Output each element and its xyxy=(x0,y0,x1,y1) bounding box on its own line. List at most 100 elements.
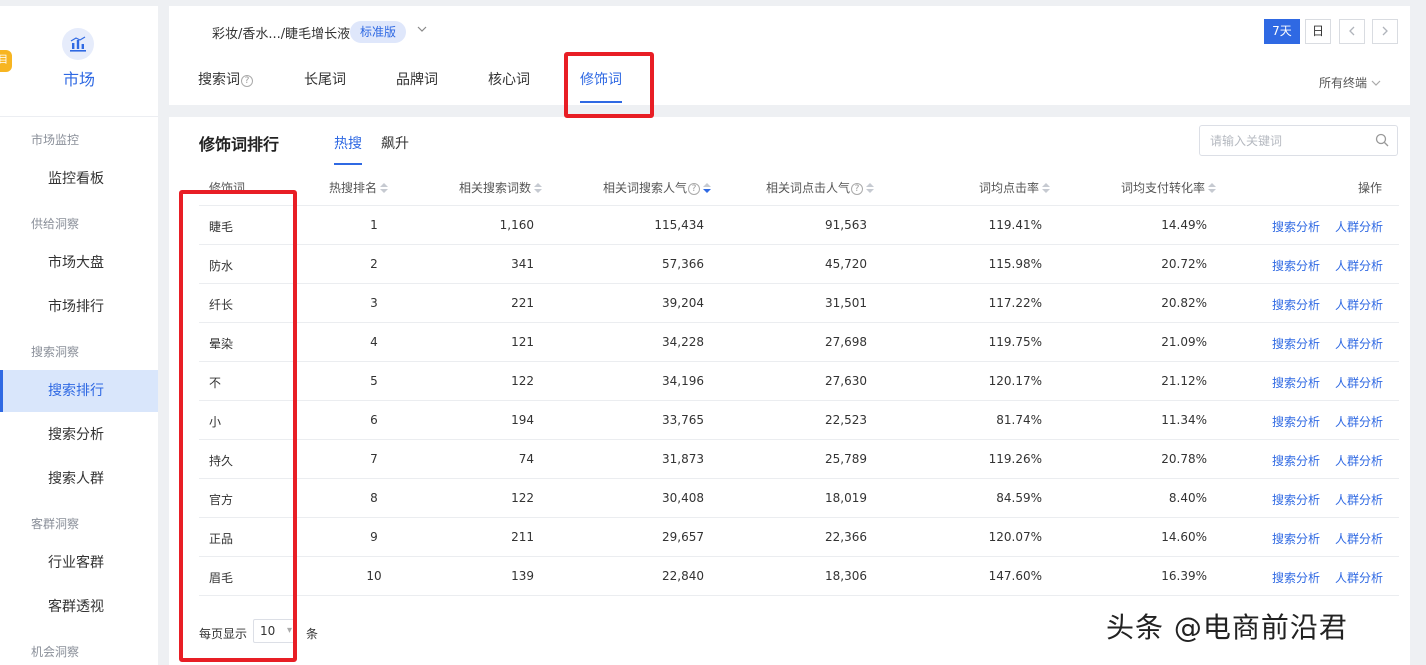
cell-related-count: 194 xyxy=(511,413,534,427)
sort-icon[interactable] xyxy=(1042,182,1051,195)
search-analysis-link[interactable]: 搜索分析 xyxy=(1272,335,1320,352)
search-analysis-link[interactable]: 搜索分析 xyxy=(1272,491,1320,508)
table-row: 正品 9 211 29,657 22,366 120.07% 14.60% 搜索分析 人群分析 xyxy=(199,518,1399,557)
next-period-button[interactable] xyxy=(1372,19,1398,44)
cell-cvr: 8.40% xyxy=(1168,491,1207,505)
cell-cvr: 14.60% xyxy=(1161,530,1207,544)
period-day-button[interactable]: 日 xyxy=(1305,19,1331,44)
sidebar-item-search-analysis[interactable]: 搜索分析 xyxy=(0,414,158,456)
tab-long-tail[interactable]: 长尾词 xyxy=(304,69,346,89)
help-icon[interactable]: ? xyxy=(688,183,701,195)
crowd-analysis-link[interactable]: 人群分析 xyxy=(1335,569,1383,586)
sidebar-group-supply: 供给洞察 xyxy=(31,217,80,231)
cell-hot-rank: 4 xyxy=(370,335,378,349)
col-header-related-count[interactable]: 相关搜索词数 xyxy=(459,179,543,196)
sidebar-item-customer-insight[interactable]: 客群透视 xyxy=(0,586,158,628)
prev-period-button[interactable] xyxy=(1339,19,1365,44)
terminal-select[interactable]: 所有终端 xyxy=(1319,74,1381,91)
cell-search-popularity: 31,873 xyxy=(662,452,704,466)
col-header-label: 相关词点击人气 xyxy=(766,181,851,195)
search-analysis-link[interactable]: 搜索分析 xyxy=(1272,452,1320,469)
cell-search-popularity: 33,765 xyxy=(662,413,704,427)
sub-tab-rising[interactable]: 飙升 xyxy=(381,133,409,153)
module-title: 市场 xyxy=(62,70,95,89)
highlight-box-tab xyxy=(564,52,654,118)
help-icon[interactable]: ? xyxy=(851,183,864,195)
crowd-analysis-link[interactable]: 人群分析 xyxy=(1335,452,1383,469)
cell-ctr: 117.22% xyxy=(988,296,1042,310)
tab-brand[interactable]: 品牌词 xyxy=(396,69,438,89)
sidebar-group-opportunity: 机会洞察 xyxy=(31,645,80,659)
period-7day-button[interactable]: 7天 xyxy=(1264,19,1300,44)
crowd-analysis-link[interactable]: 人群分析 xyxy=(1335,413,1383,430)
cell-ctr: 81.74% xyxy=(996,413,1042,427)
crowd-analysis-link[interactable]: 人群分析 xyxy=(1335,296,1383,313)
col-header-label: 热搜排名 xyxy=(329,181,378,195)
cell-click-popularity: 31,501 xyxy=(825,296,867,310)
cell-cvr: 11.34% xyxy=(1161,413,1207,427)
cell-hot-rank: 5 xyxy=(370,374,378,388)
sidebar-item-industry-customer[interactable]: 行业客群 xyxy=(0,542,158,584)
bar-chart-icon xyxy=(62,28,94,60)
search-analysis-link[interactable]: 搜索分析 xyxy=(1272,218,1320,235)
cell-related-count: 1,160 xyxy=(499,218,534,232)
cell-search-popularity: 22,840 xyxy=(662,569,704,583)
help-icon[interactable]: ? xyxy=(241,75,253,87)
chevron-down-icon[interactable] xyxy=(417,24,427,37)
col-header-cvr[interactable]: 词均支付转化率 xyxy=(1121,179,1217,196)
sort-icon[interactable] xyxy=(380,182,389,195)
sort-icon[interactable] xyxy=(534,182,543,195)
breadcrumb[interactable]: 彩妆/香水.../睫毛增长液 xyxy=(212,23,350,42)
search-icon[interactable] xyxy=(1375,133,1389,151)
crowd-analysis-link[interactable]: 人群分析 xyxy=(1335,335,1383,352)
sort-desc-icon[interactable] xyxy=(703,182,712,195)
table-row: 不 5 122 34,196 27,630 120.17% 21.12% 搜索分析 人群分析 xyxy=(199,362,1399,401)
sidebar-divider xyxy=(0,116,158,117)
cell-hot-rank: 6 xyxy=(370,413,378,427)
cell-search-popularity: 57,366 xyxy=(662,257,704,271)
col-header-search-popularity[interactable]: 相关词搜索人气? xyxy=(603,179,712,196)
sort-icon[interactable] xyxy=(866,182,875,195)
crowd-analysis-link[interactable]: 人群分析 xyxy=(1335,530,1383,547)
cell-hot-rank: 8 xyxy=(370,491,378,505)
table-row: 睫毛 1 1,160 115,434 91,563 119.41% 14.49% 搜索分析 人群… xyxy=(199,206,1399,245)
search-input[interactable] xyxy=(1210,132,1360,150)
crowd-analysis-link[interactable]: 人群分析 xyxy=(1335,491,1383,508)
crowd-analysis-link[interactable]: 人群分析 xyxy=(1335,374,1383,391)
keyword-search[interactable] xyxy=(1199,125,1398,156)
search-analysis-link[interactable]: 搜索分析 xyxy=(1272,257,1320,274)
tab-core[interactable]: 核心词 xyxy=(488,69,530,89)
sidebar-item-search-ranking[interactable]: 搜索排行 xyxy=(0,370,158,412)
sidebar-item-market-overview[interactable]: 市场大盘 xyxy=(0,242,158,284)
search-analysis-link[interactable]: 搜索分析 xyxy=(1272,413,1320,430)
tab-search-words[interactable]: 搜索词? xyxy=(198,69,253,89)
crowd-analysis-link[interactable]: 人群分析 xyxy=(1335,257,1383,274)
col-header-ctr[interactable]: 词均点击率 xyxy=(979,179,1051,196)
cell-ctr: 147.60% xyxy=(988,569,1042,583)
sidebar-item-monitor-board[interactable]: 监控看板 xyxy=(0,158,158,200)
version-badge: 标准版 xyxy=(350,21,407,43)
sidebar-item-market-ranking[interactable]: 市场排行 xyxy=(0,286,158,328)
cell-click-popularity: 91,563 xyxy=(825,218,867,232)
highlight-box-column xyxy=(179,190,297,662)
sort-icon[interactable] xyxy=(1208,182,1217,195)
crowd-analysis-link[interactable]: 人群分析 xyxy=(1335,218,1383,235)
col-header-actions: 操作 xyxy=(1358,181,1383,195)
col-header-hot-rank[interactable]: 热搜排名 xyxy=(329,179,389,196)
search-analysis-link[interactable]: 搜索分析 xyxy=(1272,530,1320,547)
search-analysis-link[interactable]: 搜索分析 xyxy=(1272,569,1320,586)
table-row: 持久 7 74 31,873 25,789 119.26% 20.78% 搜索分析 人群分析 xyxy=(199,440,1399,479)
cell-hot-rank: 1 xyxy=(370,218,378,232)
cell-cvr: 20.78% xyxy=(1161,452,1207,466)
cell-ctr: 115.98% xyxy=(988,257,1042,271)
cell-related-count: 122 xyxy=(511,491,534,505)
cell-search-popularity: 34,196 xyxy=(662,374,704,388)
cell-hot-rank: 9 xyxy=(370,530,378,544)
sub-tab-indicator xyxy=(334,163,362,165)
col-header-click-popularity[interactable]: 相关词点击人气? xyxy=(766,179,875,196)
sidebar-item-search-crowd[interactable]: 搜索人群 xyxy=(0,458,158,500)
sub-tab-hot[interactable]: 热搜 xyxy=(334,133,362,153)
cell-click-popularity: 27,698 xyxy=(825,335,867,349)
search-analysis-link[interactable]: 搜索分析 xyxy=(1272,296,1320,313)
search-analysis-link[interactable]: 搜索分析 xyxy=(1272,374,1320,391)
